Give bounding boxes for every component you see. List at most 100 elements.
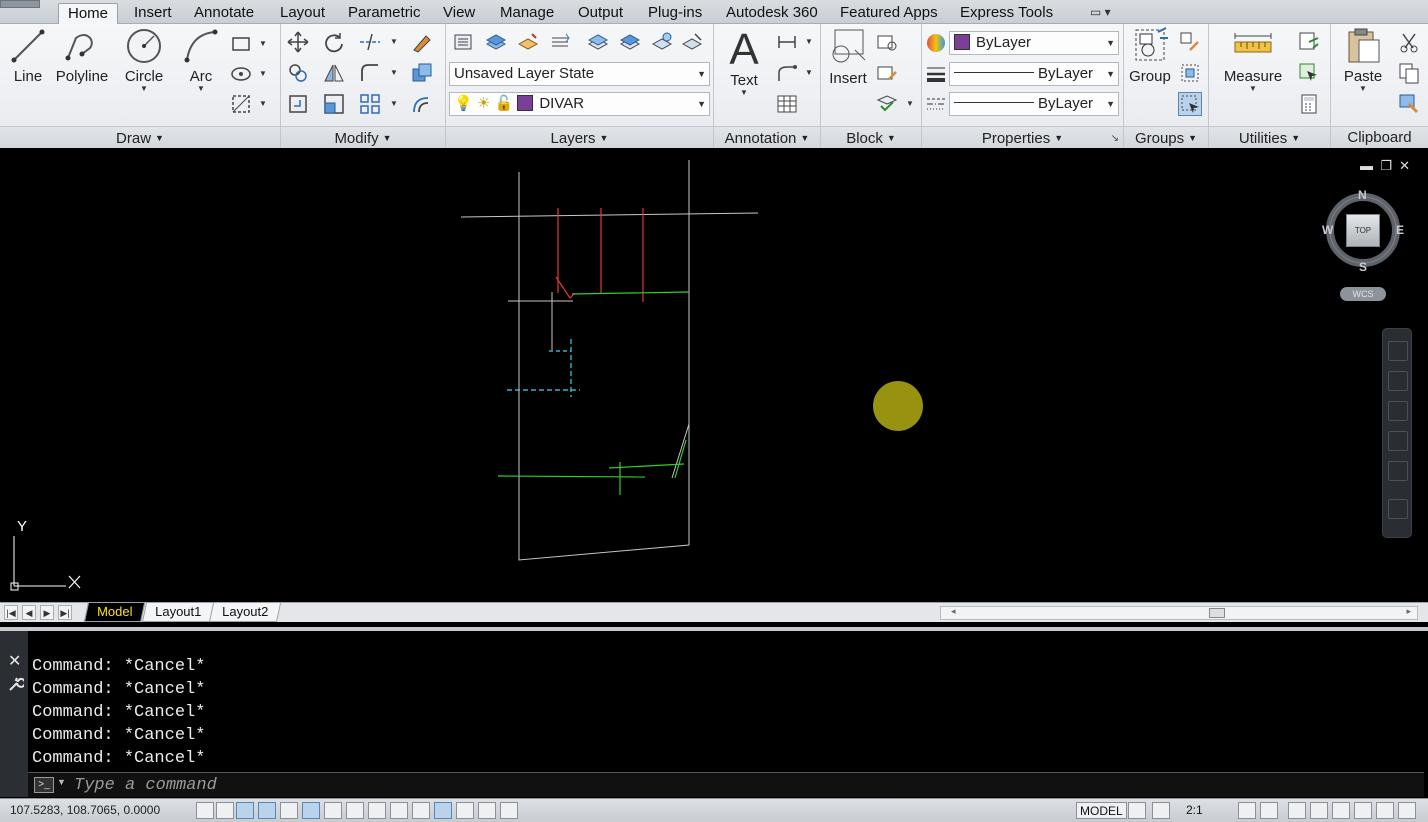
- ribbon-minimize-icon[interactable]: ▭ ▾: [1090, 5, 1111, 19]
- tab-autodesk-360[interactable]: Autodesk 360: [717, 3, 827, 24]
- application-menu-button[interactable]: [0, 0, 40, 8]
- orbit-icon[interactable]: [1388, 431, 1408, 451]
- group-edit-icon[interactable]: [1178, 61, 1202, 85]
- linetype-dropdown[interactable]: ByLayer ▼: [949, 92, 1119, 116]
- calculator-icon[interactable]: [1297, 92, 1321, 116]
- auto-scale-icon[interactable]: [1260, 802, 1278, 819]
- drawing-area[interactable]: ▬ ❐ ✕ TOP N S E W WCS Y: [0, 150, 1428, 602]
- groups-panel-title[interactable]: Groups ▼: [1124, 126, 1208, 148]
- navbar-customize-icon[interactable]: [1388, 499, 1408, 519]
- clean-screen-icon[interactable]: [1398, 802, 1416, 819]
- tab-manage[interactable]: Manage: [491, 3, 563, 24]
- erase-icon[interactable]: [410, 30, 434, 54]
- next-layout-button[interactable]: ▶: [40, 605, 54, 620]
- isolate-objects-icon[interactable]: [1354, 802, 1372, 819]
- layer-off-icon[interactable]: [680, 30, 704, 54]
- array-dropdown-arrow[interactable]: ▼: [389, 93, 399, 115]
- model-tab[interactable]: Model: [83, 603, 146, 622]
- tab-parametric[interactable]: Parametric: [339, 3, 430, 24]
- properties-panel-title[interactable]: Properties ▼: [922, 126, 1123, 148]
- tab-featured-apps[interactable]: Featured Apps: [831, 3, 947, 24]
- quick-view-drawings-icon[interactable]: [1152, 802, 1170, 819]
- quick-select-icon[interactable]: [1297, 30, 1321, 54]
- ortho-mode-icon[interactable]: [258, 802, 276, 819]
- minimize-icon[interactable]: ▬: [1360, 158, 1373, 173]
- hardware-acceleration-icon[interactable]: [1332, 802, 1350, 819]
- annotation-scale[interactable]: 2:1: [1186, 803, 1203, 817]
- text-button[interactable]: A Text ▼: [720, 26, 768, 97]
- trim-dropdown-arrow[interactable]: ▼: [389, 31, 399, 53]
- rectangle-dropdown-arrow[interactable]: ▼: [258, 33, 268, 55]
- command-input[interactable]: [74, 775, 1074, 795]
- layer-freeze-icon[interactable]: [650, 30, 674, 54]
- dimension-icon[interactable]: [775, 30, 799, 54]
- restore-icon[interactable]: ❐: [1380, 158, 1392, 173]
- copy-icon[interactable]: [286, 61, 310, 85]
- array-icon[interactable]: [358, 92, 382, 116]
- snap-mode-icon[interactable]: [216, 802, 234, 819]
- annotation-monitor-icon[interactable]: [500, 802, 518, 819]
- compass-east[interactable]: E: [1396, 223, 1404, 237]
- ungroup-icon[interactable]: [1178, 30, 1202, 54]
- line-button[interactable]: Line: [6, 26, 50, 85]
- lock-ui-icon[interactable]: [1310, 802, 1328, 819]
- layer-unisolate-icon[interactable]: [618, 30, 642, 54]
- table-icon[interactable]: [775, 92, 799, 116]
- tab-view[interactable]: View: [434, 3, 484, 24]
- modify-panel-title[interactable]: Modify ▼: [281, 126, 445, 148]
- green-line-top[interactable]: [571, 291, 690, 295]
- circle-button[interactable]: Circle ▼: [120, 26, 168, 93]
- dimension-dropdown-arrow[interactable]: ▼: [804, 31, 814, 53]
- annotation-panel-title[interactable]: Annotation ▼: [714, 126, 820, 148]
- quick-view-layouts-icon[interactable]: [1128, 802, 1146, 819]
- paste-button[interactable]: Paste ▼: [1337, 26, 1389, 93]
- scroll-left-icon[interactable]: ◂: [951, 606, 956, 617]
- wcs-menu[interactable]: WCS: [1340, 287, 1386, 301]
- annotation-visibility-icon[interactable]: [1238, 802, 1256, 819]
- properties-launcher-icon[interactable]: ↘: [1111, 133, 1119, 144]
- top-grid-line[interactable]: [460, 212, 759, 218]
- fillet-icon[interactable]: [358, 61, 382, 85]
- group-selection-icon[interactable]: [1178, 92, 1202, 116]
- create-block-icon[interactable]: [875, 30, 899, 54]
- group-button[interactable]: Group: [1126, 26, 1174, 85]
- layer-previous-icon[interactable]: [548, 30, 572, 54]
- last-layout-button[interactable]: ▶|: [58, 605, 72, 620]
- layout1-tab[interactable]: Layout1: [141, 603, 215, 622]
- 3d-object-snap-icon[interactable]: [324, 802, 342, 819]
- edit-attributes-icon[interactable]: [875, 92, 899, 116]
- status-bar-menu-icon[interactable]: [1376, 802, 1394, 819]
- measure-button[interactable]: Measure ▼: [1219, 26, 1287, 93]
- zoom-icon[interactable]: [1388, 401, 1408, 421]
- horizontal-scrollbar[interactable]: ◂ ▸: [940, 606, 1418, 620]
- polar-tracking-icon[interactable]: [280, 802, 298, 819]
- match-properties-icon[interactable]: [1397, 92, 1421, 116]
- mirror-icon[interactable]: [322, 61, 346, 85]
- close-icon[interactable]: ✕: [8, 651, 21, 671]
- steering-wheel-icon[interactable]: [1388, 341, 1408, 361]
- compass-west[interactable]: W: [1322, 223, 1333, 237]
- tab-layout[interactable]: Layout: [271, 3, 334, 24]
- scrollbar-thumb[interactable]: [1209, 608, 1225, 618]
- dynamic-input-icon[interactable]: [390, 802, 408, 819]
- wrench-icon[interactable]: [6, 675, 24, 693]
- color-dropdown[interactable]: ByLayer ▼: [949, 31, 1119, 55]
- lineweight-icon[interactable]: [924, 62, 948, 86]
- tab-insert[interactable]: Insert: [125, 3, 181, 24]
- polyline-button[interactable]: Polyline: [54, 26, 110, 85]
- paste-dropdown-arrow[interactable]: ▼: [1337, 85, 1389, 93]
- model-space-button[interactable]: MODEL: [1076, 802, 1127, 819]
- edit-attributes-dropdown-arrow[interactable]: ▼: [905, 93, 915, 115]
- lineweight-toggle-icon[interactable]: [412, 802, 430, 819]
- arc-dropdown-arrow[interactable]: ▼: [180, 85, 222, 93]
- edit-block-icon[interactable]: [875, 61, 899, 85]
- tab-express-tools[interactable]: Express Tools: [951, 3, 1062, 24]
- layer-state-dropdown[interactable]: Unsaved Layer State ▼: [449, 62, 710, 86]
- linetype-icon[interactable]: [924, 92, 948, 116]
- tab-home[interactable]: Home: [58, 3, 119, 24]
- draw-panel-title[interactable]: Draw ▼: [0, 126, 280, 148]
- color-wheel-icon[interactable]: [924, 31, 948, 55]
- close-icon[interactable]: ✕: [1399, 158, 1410, 173]
- rotate-icon[interactable]: [322, 30, 346, 54]
- rectangle-icon[interactable]: [229, 32, 253, 56]
